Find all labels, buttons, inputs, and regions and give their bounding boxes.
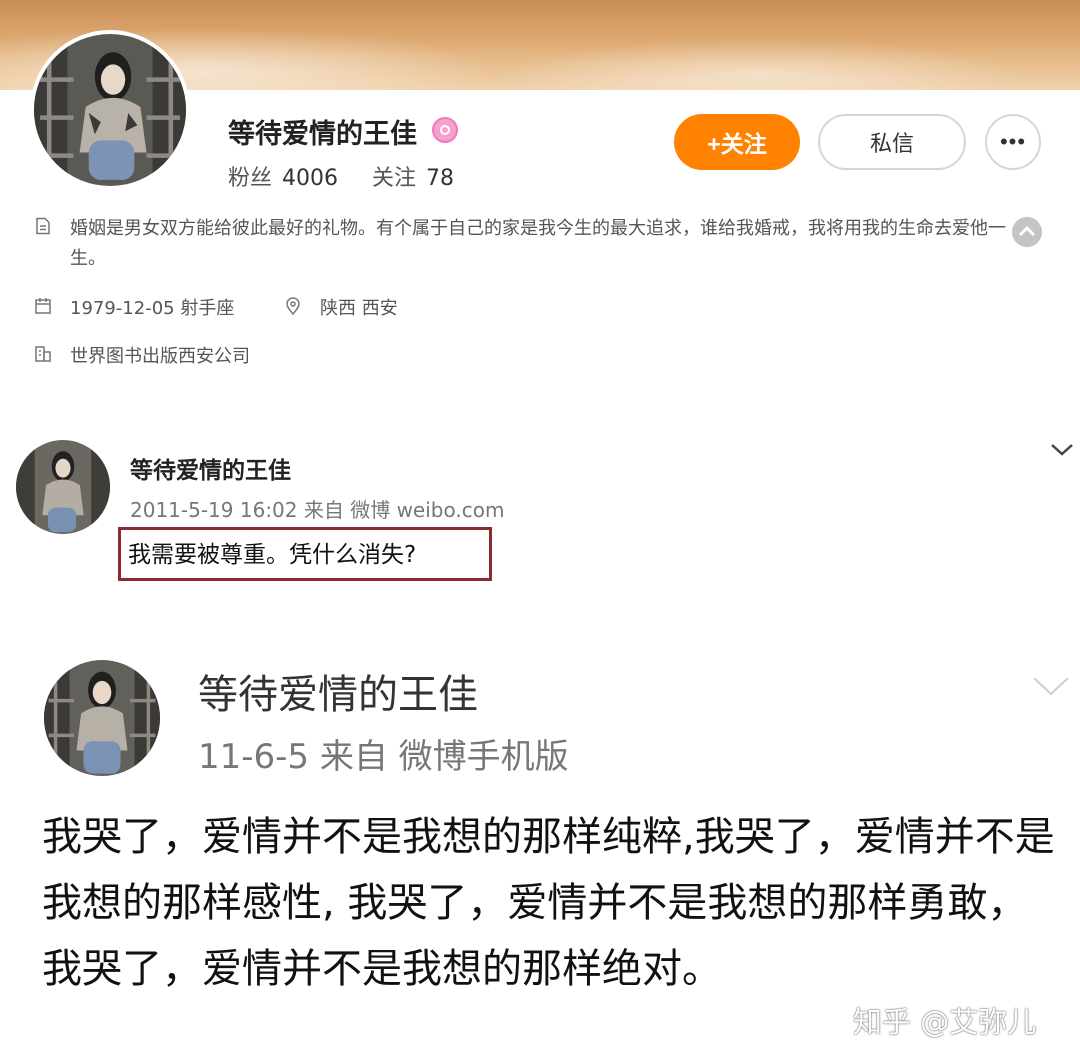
company-text: 世界图书出版西安公司 [70,346,250,367]
chevron-down-icon[interactable] [1030,672,1072,700]
followers-label[interactable]: 粉丝 [228,166,272,191]
birthday-text: 1979-12-05 射手座 [70,298,235,319]
following-count[interactable]: 78 [426,166,454,191]
post2-avatar[interactable] [44,660,160,776]
avatar-photo [44,660,160,776]
birthday-icon [35,298,51,314]
location-text: 陕西 西安 [320,298,398,319]
avatar-photo [16,440,110,534]
location-icon [286,297,300,315]
collapse-icon[interactable] [1012,217,1042,247]
follow-button[interactable]: +关注 [674,114,800,170]
post1-author[interactable]: 等待爱情的王佳 [130,451,291,485]
followers-count[interactable]: 4006 [282,166,338,191]
verified-icon [432,117,458,143]
watermark: 知乎 @艾弥儿 [853,1005,1037,1039]
post2-author[interactable]: 等待爱情的王佳 [198,662,478,720]
chevron-down-icon[interactable] [1046,437,1078,461]
bio-row: 婚姻是男女双方能给彼此最好的礼物。有个属于自己的家是我今生的最大追求，谁给我婚戒… [34,214,1020,274]
post1-avatar[interactable] [16,440,110,534]
company-row: 世界图书出版西安公司 [34,342,250,368]
post2-text: 我哭了，爱情并不是我想的那样纯粹,我哭了，爱情并不是我想的那样感性, 我哭了，爱… [42,814,1055,992]
company-icon [35,346,51,362]
profile-avatar[interactable] [30,30,190,190]
profile-stats: 粉丝 4006 关注 78 [228,160,454,192]
avatar-photo [34,34,186,186]
post1-meta: 2011-5-19 16:02 来自 微博 weibo.com [130,498,505,522]
post2-meta: 11-6-5 来自 微博手机版 [198,737,569,777]
more-options-button[interactable]: ••• [985,114,1041,170]
bio-text: 婚姻是男女双方能给彼此最好的礼物。有个属于自己的家是我今生的最大追求，谁给我婚戒… [70,218,1006,269]
birthday-row: 1979-12-05 射手座 [34,294,234,320]
post1-text: 我需要被尊重。凭什么消失? [128,542,417,568]
bio-icon [36,217,50,235]
location-row: 陕西 西安 [284,294,398,320]
following-label[interactable]: 关注 [372,166,416,191]
profile-name[interactable]: 等待爱情的王佳 [228,112,417,151]
message-button[interactable]: 私信 [818,114,966,170]
